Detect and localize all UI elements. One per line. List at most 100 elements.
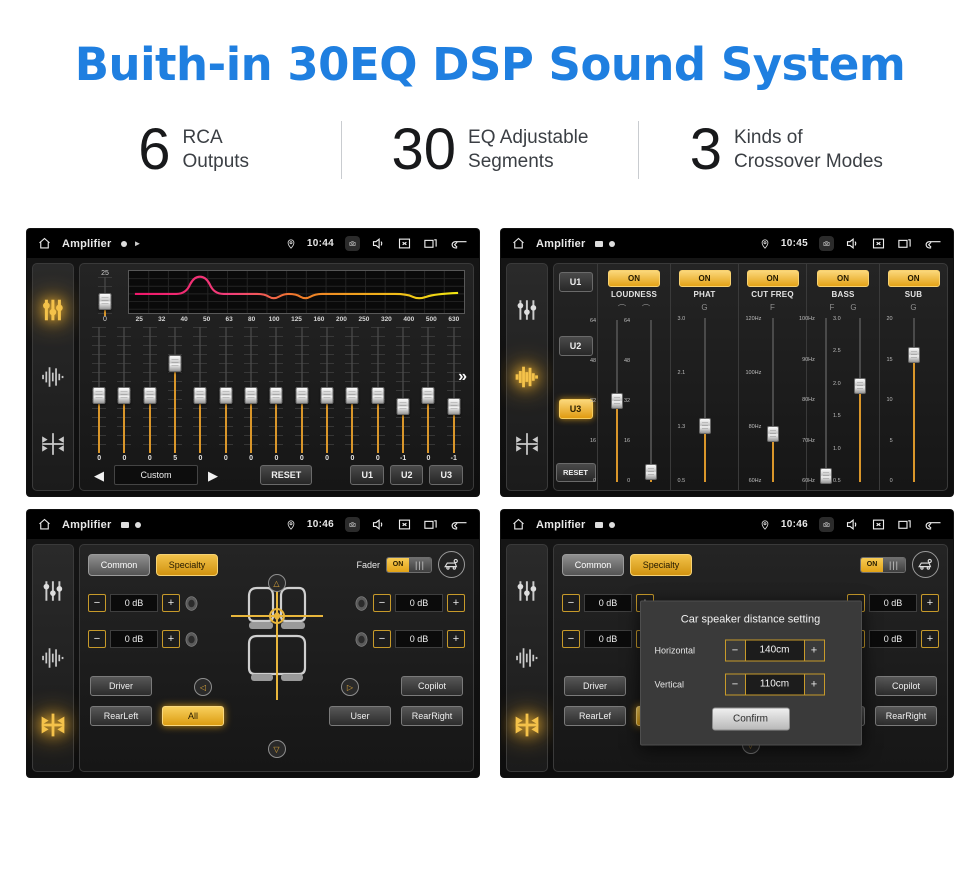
eq-band-track[interactable] bbox=[240, 327, 262, 453]
eq-band-slider[interactable]: 0 bbox=[240, 327, 262, 462]
preset-u2-button[interactable]: U2 bbox=[389, 465, 424, 485]
preset-u3-button[interactable]: U3 bbox=[429, 465, 463, 485]
equalizer-sliders-icon[interactable] bbox=[40, 297, 66, 323]
volume-icon[interactable] bbox=[371, 517, 386, 532]
car-settings-icon[interactable] bbox=[912, 551, 939, 578]
balance-arrows-icon[interactable] bbox=[40, 712, 66, 738]
equalizer-sliders-icon[interactable] bbox=[514, 297, 540, 323]
position-copilot-button[interactable]: Copilot bbox=[401, 676, 463, 696]
waveform-icon[interactable] bbox=[40, 645, 66, 671]
eq-band-slider[interactable]: 0 bbox=[367, 327, 389, 462]
fader-toggle[interactable]: ON ||| bbox=[386, 556, 432, 573]
eq-band-track[interactable] bbox=[139, 327, 161, 453]
position-driver-button[interactable]: Driver bbox=[90, 676, 152, 696]
eq-band-track[interactable] bbox=[417, 327, 439, 453]
recents-icon[interactable] bbox=[897, 236, 912, 251]
waveform-icon[interactable] bbox=[40, 364, 66, 390]
section-on-button[interactable]: ON bbox=[678, 270, 731, 287]
close-icon[interactable] bbox=[397, 517, 412, 532]
eq-band-track[interactable] bbox=[189, 327, 211, 453]
pad-down-button[interactable]: ▽ bbox=[267, 740, 286, 758]
balance-arrows-icon[interactable] bbox=[514, 431, 540, 457]
waveform-icon[interactable] bbox=[514, 364, 540, 390]
preset-u3-button[interactable]: U3 bbox=[558, 399, 593, 420]
eq-band-track[interactable] bbox=[392, 327, 414, 453]
horizontal-minus-button[interactable]: − bbox=[725, 640, 746, 661]
preset-u1-button[interactable]: U1 bbox=[350, 465, 384, 485]
eq-band-track[interactable] bbox=[316, 327, 338, 453]
eq-band-slider[interactable]: 0 bbox=[113, 327, 135, 462]
vertical-minus-button[interactable]: − bbox=[725, 674, 746, 695]
close-icon[interactable] bbox=[397, 236, 412, 251]
home-icon[interactable] bbox=[37, 517, 52, 532]
home-icon[interactable] bbox=[511, 236, 526, 251]
camera-icon[interactable] bbox=[345, 517, 360, 532]
fader-toggle[interactable]: ON ||| bbox=[860, 556, 906, 573]
eq-band-slider[interactable]: 0 bbox=[189, 327, 211, 462]
section-on-button[interactable]: ON bbox=[887, 270, 940, 287]
home-icon[interactable] bbox=[37, 236, 52, 251]
eq-band-track[interactable] bbox=[341, 327, 363, 453]
eq-band-track[interactable] bbox=[265, 327, 287, 453]
position-rearleft-button[interactable]: RearLeft bbox=[90, 706, 152, 726]
pad-right-button[interactable]: ▷ bbox=[341, 678, 359, 696]
back-icon[interactable] bbox=[923, 236, 943, 251]
section-slider[interactable]: 64 48 32 16 0 bbox=[624, 316, 668, 486]
section-slider[interactable]: 3.0 2.5 2.0 1.5 1.0 0.5 bbox=[833, 314, 877, 486]
balance-arrows-icon[interactable] bbox=[514, 712, 540, 738]
waveform-icon[interactable] bbox=[514, 645, 540, 671]
preset-prev-button[interactable]: ◀ bbox=[90, 469, 108, 482]
tab-specialty[interactable]: Specialty bbox=[156, 553, 218, 576]
db-plus-button[interactable]: + bbox=[162, 594, 180, 612]
eq-band-track[interactable] bbox=[113, 327, 135, 453]
eq-band-slider[interactable]: 0 bbox=[139, 327, 161, 462]
db-minus-button[interactable]: − bbox=[373, 630, 391, 648]
eq-band-track[interactable] bbox=[215, 327, 237, 453]
eq-band-slider[interactable]: 0 bbox=[341, 327, 363, 462]
position-all-button[interactable]: All bbox=[162, 706, 224, 726]
preset-u1-button[interactable]: U1 bbox=[558, 272, 593, 292]
close-icon[interactable] bbox=[871, 517, 886, 532]
eq-band-slider[interactable]: 0 bbox=[265, 327, 287, 462]
confirm-button[interactable]: Confirm bbox=[711, 707, 790, 731]
preset-next-button[interactable]: ▶ bbox=[204, 469, 222, 482]
recents-icon[interactable] bbox=[423, 517, 438, 532]
back-icon[interactable] bbox=[449, 236, 469, 251]
volume-icon[interactable] bbox=[845, 236, 860, 251]
home-icon[interactable] bbox=[511, 517, 526, 532]
db-minus-button[interactable]: − bbox=[88, 594, 106, 612]
recents-icon[interactable] bbox=[897, 517, 912, 532]
tab-specialty[interactable]: Specialty bbox=[630, 553, 692, 576]
camera-icon[interactable] bbox=[819, 236, 834, 251]
section-on-button[interactable]: ON bbox=[817, 270, 869, 287]
camera-icon[interactable] bbox=[345, 236, 360, 251]
tab-common[interactable]: Common bbox=[562, 553, 624, 576]
tab-common[interactable]: Common bbox=[88, 553, 150, 576]
position-user-button[interactable]: User bbox=[329, 706, 391, 726]
section-slider[interactable]: 120Hz 100Hz 80Hz 60Hz bbox=[746, 314, 790, 486]
eq-band-track[interactable] bbox=[291, 327, 313, 453]
equalizer-sliders-icon[interactable] bbox=[514, 578, 540, 604]
eq-band-track[interactable] bbox=[367, 327, 389, 453]
pad-left-button[interactable]: ◁ bbox=[194, 678, 212, 696]
db-plus-button[interactable]: + bbox=[162, 630, 180, 648]
eq-band-slider[interactable]: 0 bbox=[215, 327, 237, 462]
horizontal-plus-button[interactable]: + bbox=[803, 640, 824, 661]
volume-icon[interactable] bbox=[845, 517, 860, 532]
recents-icon[interactable] bbox=[423, 236, 438, 251]
section-slider[interactable]: 3.0 2.1 1.3 0.5 bbox=[678, 314, 722, 486]
back-icon[interactable] bbox=[449, 517, 469, 532]
vertical-plus-button[interactable]: + bbox=[803, 674, 824, 695]
eq-band-slider[interactable]: 0 bbox=[291, 327, 313, 462]
eq-band-slider[interactable]: 0 bbox=[316, 327, 338, 462]
balance-arrows-icon[interactable] bbox=[40, 431, 66, 457]
eq-band-track[interactable] bbox=[88, 327, 110, 453]
section-on-button[interactable]: ON bbox=[608, 270, 660, 287]
eq-band-slider[interactable]: 5 bbox=[164, 327, 186, 462]
eq-band-slider[interactable]: -1 bbox=[392, 327, 414, 462]
db-plus-button[interactable]: + bbox=[447, 630, 465, 648]
preset-name-display[interactable]: Custom bbox=[114, 465, 198, 485]
camera-icon[interactable] bbox=[819, 517, 834, 532]
reset-button[interactable]: RESET bbox=[260, 465, 313, 485]
equalizer-sliders-icon[interactable] bbox=[40, 578, 66, 604]
